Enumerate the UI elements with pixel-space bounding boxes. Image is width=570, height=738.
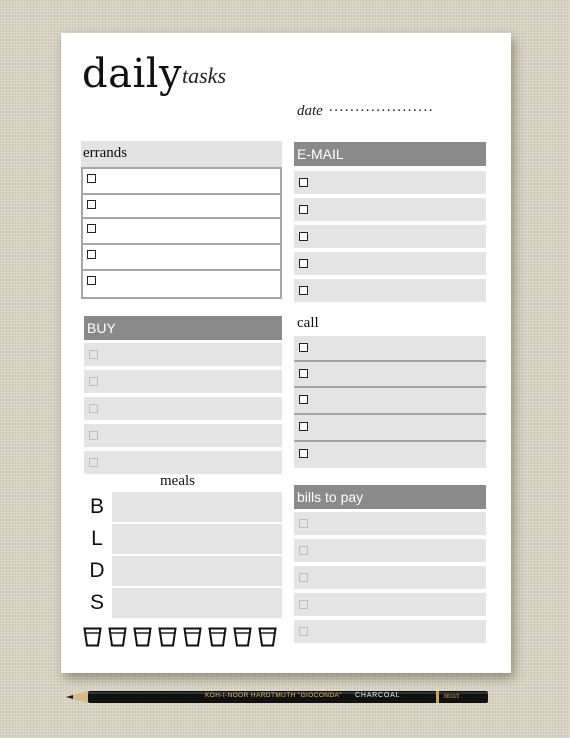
errands-row[interactable] bbox=[81, 217, 282, 245]
meal-dinner-letter: D bbox=[89, 559, 105, 582]
call-heading: call bbox=[297, 315, 319, 331]
water-glass-icon[interactable] bbox=[208, 627, 227, 647]
errands-heading: errands bbox=[83, 145, 128, 161]
meal-breakfast-letter: B bbox=[89, 495, 104, 518]
meal-snack-letter: S bbox=[89, 591, 104, 614]
errands-row[interactable] bbox=[81, 167, 282, 195]
checkbox-icon[interactable] bbox=[299, 546, 308, 555]
bills-row[interactable] bbox=[294, 620, 486, 643]
checkbox-icon[interactable] bbox=[299, 178, 308, 187]
checkbox-icon[interactable] bbox=[299, 286, 308, 295]
water-glass-icon[interactable] bbox=[83, 627, 102, 647]
planner-page: daily tasks date .................... er… bbox=[61, 33, 511, 673]
checkbox-icon[interactable] bbox=[299, 232, 308, 241]
checkbox-icon[interactable] bbox=[89, 458, 98, 467]
call-row[interactable] bbox=[294, 415, 486, 442]
email-heading: E-MAIL bbox=[294, 142, 486, 166]
meal-breakfast-box[interactable] bbox=[112, 492, 282, 522]
email-row[interactable] bbox=[294, 171, 486, 194]
page-subtitle: tasks bbox=[182, 63, 226, 88]
water-glass-icon[interactable] bbox=[183, 627, 202, 647]
page-title: daily bbox=[82, 51, 183, 97]
buy-row[interactable] bbox=[84, 397, 282, 420]
meal-lunch-letter: L bbox=[91, 527, 103, 550]
meal-snack-box[interactable] bbox=[112, 588, 282, 618]
bills-row[interactable] bbox=[294, 512, 486, 535]
date-label: date bbox=[297, 103, 323, 119]
call-row[interactable] bbox=[294, 388, 486, 415]
bills-row[interactable] bbox=[294, 566, 486, 589]
checkbox-icon[interactable] bbox=[299, 600, 308, 609]
checkbox-icon[interactable] bbox=[87, 250, 96, 259]
checkbox-icon[interactable] bbox=[87, 174, 96, 183]
buy-row[interactable] bbox=[84, 424, 282, 447]
email-row[interactable] bbox=[294, 225, 486, 248]
checkbox-icon[interactable] bbox=[299, 422, 308, 431]
bills-row[interactable] bbox=[294, 593, 486, 616]
pencil-brand: KOH-I-NOOR HARDTMUTH "GIOCONDA" bbox=[205, 692, 342, 699]
water-glass-icon[interactable] bbox=[258, 627, 277, 647]
date-field[interactable]: .................... bbox=[329, 99, 434, 116]
bills-row[interactable] bbox=[294, 539, 486, 562]
buy-heading: BUY bbox=[84, 316, 282, 340]
meal-dinner-box[interactable] bbox=[112, 556, 282, 586]
bills-heading: bills to pay bbox=[294, 485, 486, 509]
call-row[interactable] bbox=[294, 336, 486, 362]
checkbox-icon[interactable] bbox=[299, 449, 308, 458]
checkbox-icon[interactable] bbox=[299, 369, 308, 378]
checkbox-icon[interactable] bbox=[87, 276, 96, 285]
email-row[interactable] bbox=[294, 279, 486, 302]
email-row[interactable] bbox=[294, 252, 486, 275]
meals-heading: meals bbox=[160, 473, 195, 489]
checkbox-icon[interactable] bbox=[299, 395, 308, 404]
buy-row[interactable] bbox=[84, 451, 282, 474]
checkbox-icon[interactable] bbox=[89, 431, 98, 440]
water-glass-icon[interactable] bbox=[158, 627, 177, 647]
water-glass-icon[interactable] bbox=[108, 627, 127, 647]
checkbox-icon[interactable] bbox=[299, 627, 308, 636]
buy-row[interactable] bbox=[84, 343, 282, 366]
checkbox-icon[interactable] bbox=[299, 519, 308, 528]
pencil-type: CHARCOAL bbox=[355, 692, 401, 699]
call-row[interactable] bbox=[294, 362, 486, 388]
checkbox-icon[interactable] bbox=[89, 404, 98, 413]
call-row[interactable] bbox=[294, 442, 486, 468]
checkbox-icon[interactable] bbox=[89, 350, 98, 359]
buy-row[interactable] bbox=[84, 370, 282, 393]
errands-row[interactable] bbox=[81, 269, 282, 299]
errands-row[interactable] bbox=[81, 193, 282, 219]
pencil-code: 8810/2 bbox=[444, 694, 460, 700]
water-glass-icon[interactable] bbox=[233, 627, 252, 647]
checkbox-icon[interactable] bbox=[87, 224, 96, 233]
checkbox-icon[interactable] bbox=[299, 259, 308, 268]
water-glass-icon[interactable] bbox=[133, 627, 152, 647]
errands-row[interactable] bbox=[81, 243, 282, 271]
checkbox-icon[interactable] bbox=[299, 343, 308, 352]
checkbox-icon[interactable] bbox=[299, 205, 308, 214]
meal-lunch-box[interactable] bbox=[112, 524, 282, 554]
checkbox-icon[interactable] bbox=[89, 377, 98, 386]
checkbox-icon[interactable] bbox=[299, 573, 308, 582]
checkbox-icon[interactable] bbox=[87, 200, 96, 209]
email-row[interactable] bbox=[294, 198, 486, 221]
